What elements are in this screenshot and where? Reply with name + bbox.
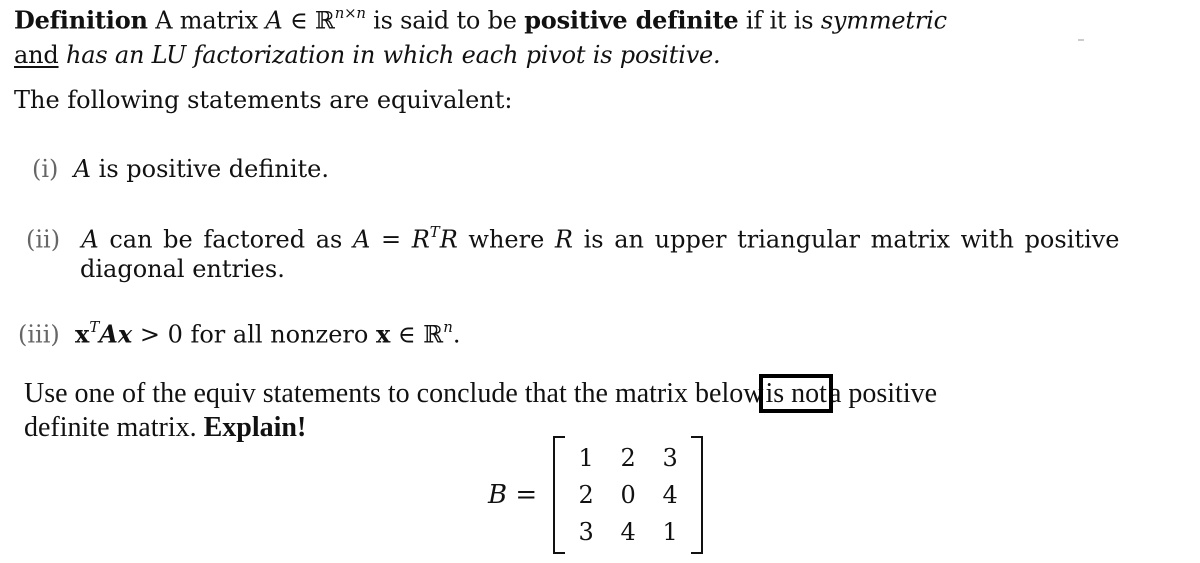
question-line-1: Use one of the equiv statements to concl… [24,374,938,413]
math-superscript: n [443,318,453,336]
matrix-B: B = 1 2 3 2 0 4 3 4 1 [488,436,704,554]
math-in-R: ∈ ℝ [282,6,335,35]
math-equation: A = R [353,225,430,254]
math-R: R [554,225,573,254]
definition-lu-text: has an LU factorization in which each pi… [58,41,721,69]
matrix-equals: = [515,480,538,510]
statement-ii: (ii) A can be factored as A = RTR where … [26,223,1119,253]
statement-i: (i) A is positive definite. [32,155,329,183]
matrix-cell: 0 [620,481,636,509]
matrix-cell: 1 [578,444,594,472]
definition-text: is said to be [365,6,525,35]
statement-text: > 0 for all nonzero [132,320,376,349]
definition-and: and [14,41,59,69]
statement-text: where [457,225,555,254]
matrix-cell: 2 [578,481,594,509]
matrix-cell: 2 [620,444,636,472]
matrix-lhs: B = [488,480,537,510]
statement-ii-continuation: diagonal entries. [80,255,285,283]
matrix-cell: 1 [662,518,678,546]
period: . [452,320,461,349]
math-x: x [75,319,90,349]
matrix-grid: 1 2 3 2 0 4 3 4 1 [565,440,691,551]
matrix-cell: 3 [662,444,678,472]
right-bracket [691,436,704,554]
definition-text: A matrix [147,6,266,35]
question-explain: Explain! [203,412,307,443]
question-text: a positive [828,378,938,409]
definition-symmetric: symmetric [820,6,947,35]
matrix-cell: 3 [578,518,594,546]
math-Ax: Ax [99,319,133,349]
question-line-2: definite matrix. Explain! [24,412,306,444]
statement-text: is an upper triangular matrix with posit… [573,225,1120,254]
statement-label: (iii) [18,320,60,349]
statement-text: can be factored as [98,225,353,254]
question-text: Use one of the equiv statements to concl… [24,378,764,409]
math-A: A [81,225,99,254]
matrix-name: B [488,480,508,510]
statement-text: is positive definite. [91,155,329,183]
definition-label: Definition [14,5,148,35]
highlight-box-is-not: is not [759,374,833,413]
math-superscript: n×n [334,4,366,22]
scan-artifact [1078,39,1084,41]
question-text: definite matrix. [24,412,204,443]
math-in-R: ∈ ℝ [390,320,444,349]
math-x: x [375,319,391,349]
statement-label: (i) [32,155,59,183]
equivalence-intro: The following statements are equivalent: [14,86,513,114]
statement-iii: (iii) xTAx > 0 for all nonzero x ∈ ℝn. [18,318,460,348]
definition-line-2: and has an LU factorization in which eac… [14,41,721,69]
matrix-cell: 4 [620,518,636,546]
matrix-cell: 4 [662,481,678,509]
math-R: R [439,225,458,254]
math-A: A [73,155,92,183]
definition-line-1: Definition A matrix A ∈ ℝn×n is said to … [14,4,947,34]
statement-label: (ii) [26,225,61,254]
math-transpose: T [89,318,100,336]
math-A: A [265,6,283,35]
definition-term: positive definite [524,5,739,35]
left-bracket [553,436,566,554]
math-transpose: T [429,223,440,241]
definition-text: if it is [738,6,821,35]
